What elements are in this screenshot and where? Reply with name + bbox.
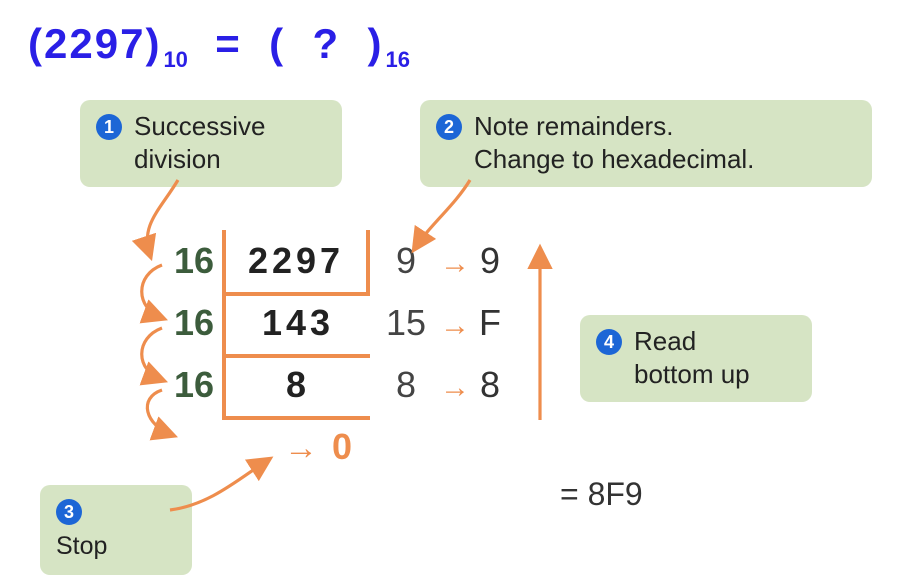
arrow-right-icon: → xyxy=(436,357,474,419)
callout-line: Change to hexadecimal. xyxy=(474,144,754,174)
step-badge-4: 4 xyxy=(596,329,622,355)
step-badge-1: 1 xyxy=(96,114,122,140)
divisor: 16 xyxy=(160,354,222,416)
remainder: 15 xyxy=(370,292,436,354)
callout-text: Note remainders. Change to hexadecimal. xyxy=(474,110,754,175)
callout-text: Read bottom up xyxy=(634,325,750,390)
divisor: 16 xyxy=(160,230,222,292)
dividend: 2297 xyxy=(222,230,370,296)
hex-digit: 8 xyxy=(474,354,506,416)
equals-sign: = xyxy=(215,20,242,67)
decimal-value: 2297 xyxy=(44,20,145,67)
arrow-right-icon: → xyxy=(436,233,474,295)
callout-line: Read xyxy=(634,326,696,356)
callout-line: Note remainders. xyxy=(474,111,673,141)
step-badge-3: 3 xyxy=(56,499,82,525)
paren-close: ) xyxy=(367,20,383,67)
flow-arrow-icon xyxy=(142,265,162,318)
callout-successive-division: 1 Successive division xyxy=(80,100,342,187)
dividend: 8 xyxy=(222,354,370,420)
callout-line: division xyxy=(134,144,221,174)
callout-stop: 3 Stop xyxy=(40,485,192,575)
result-value: 8F9 xyxy=(588,476,643,512)
result-text: = 8F9 xyxy=(560,476,643,513)
arrow-right-icon: → xyxy=(280,417,322,479)
division-table: 1622979→9 1614315→F 1688→8 → 0 xyxy=(160,230,506,478)
callout-text: Successive division xyxy=(134,110,266,175)
remainder: 9 xyxy=(370,230,436,292)
callout-text: 3 Stop xyxy=(56,495,107,563)
callout-note-remainders: 2 Note remainders. Change to hexadecimal… xyxy=(420,100,872,187)
paren-close: ) xyxy=(145,20,161,67)
dividend: 143 xyxy=(222,292,370,358)
flow-arrow-icon xyxy=(142,328,162,380)
division-row: 1622979→9 xyxy=(160,230,506,292)
step-badge-2: 2 xyxy=(436,114,462,140)
arrow-right-icon: → xyxy=(436,295,474,357)
callout-line: Successive xyxy=(134,111,266,141)
divisor: 16 xyxy=(160,292,222,354)
division-row: 1688→8 xyxy=(160,354,506,416)
callout-read-bottom-up: 4 Read bottom up xyxy=(580,315,812,402)
result-prefix: = xyxy=(560,476,588,512)
remainder: 8 xyxy=(370,354,436,416)
paren-open: ( xyxy=(28,20,44,67)
division-row: 1614315→F xyxy=(160,292,506,354)
paren-open: ( xyxy=(269,20,285,67)
hex-digit: F xyxy=(474,292,506,354)
target-base: 16 xyxy=(383,47,409,72)
final-quotient: 0 xyxy=(332,426,352,467)
conversion-equation: (2297)10 = ( ? )16 xyxy=(28,20,410,73)
source-base: 10 xyxy=(161,47,187,72)
unknown-placeholder: ? xyxy=(312,20,340,67)
final-zero-row: → 0 xyxy=(160,416,506,478)
callout-line: Stop xyxy=(56,532,107,560)
hex-digit: 9 xyxy=(474,230,506,292)
callout-line: bottom up xyxy=(634,359,750,389)
